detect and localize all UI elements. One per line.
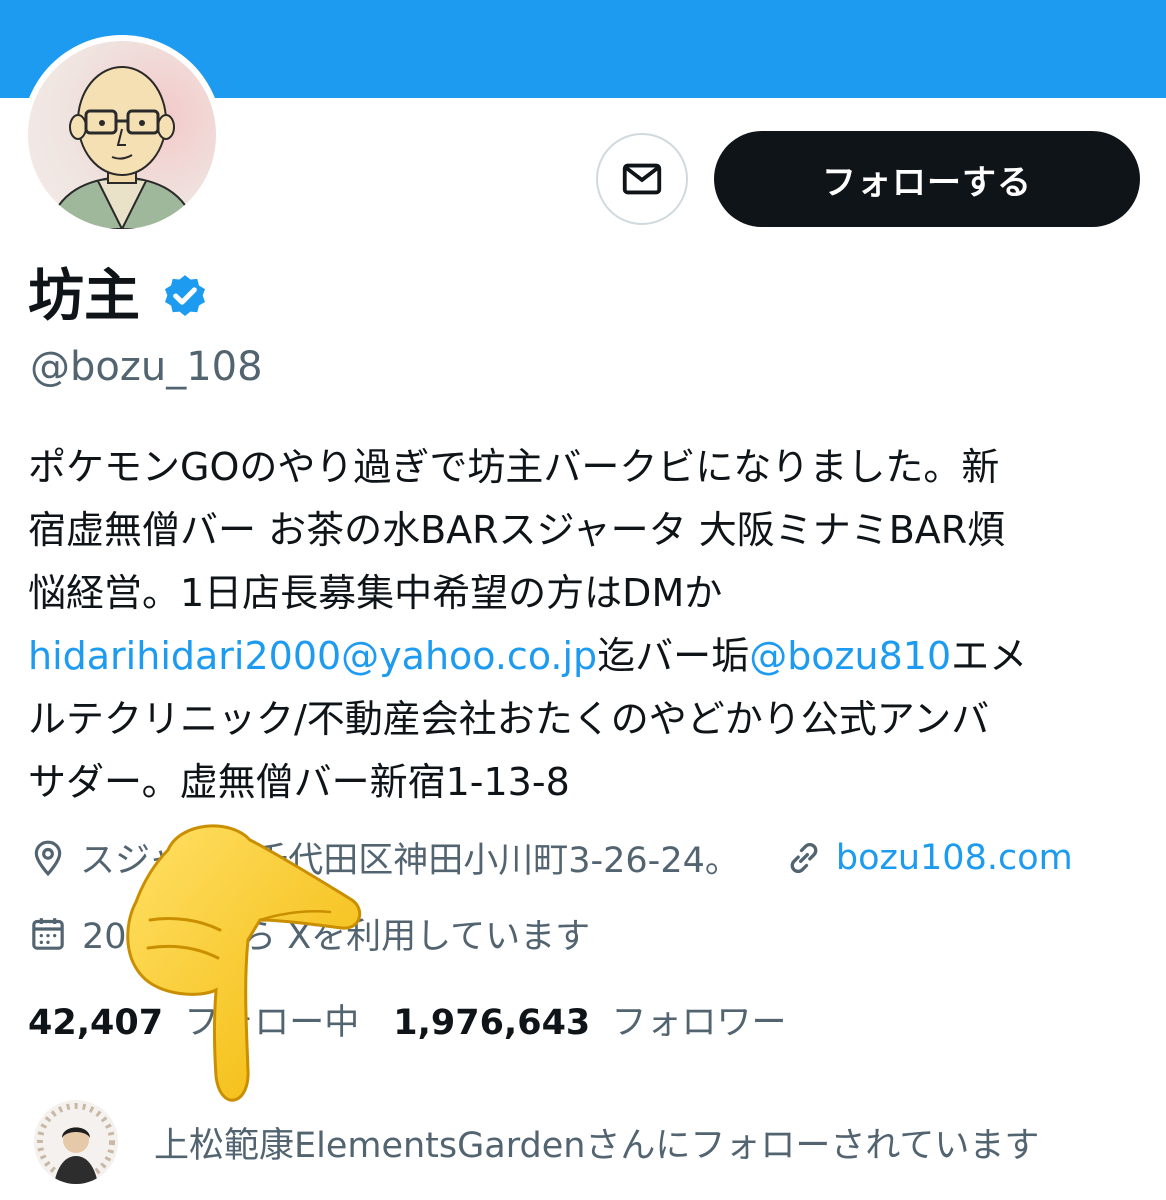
followers-link[interactable]: 1,976,643 フォロワー xyxy=(393,994,786,1045)
profile-page: フォローする 坊主 @bozu_108 ポケモンGOのやり過ぎで坊主バークビにな… xyxy=(0,0,1166,1200)
verified-badge-icon[interactable] xyxy=(160,272,210,322)
calendar-icon xyxy=(32,917,64,950)
website-link[interactable]: bozu108.com xyxy=(836,838,1073,878)
followed-by-text: 上松範康ElementsGardenさんにフォローされています xyxy=(154,1125,1040,1166)
pointing-hand-emoji xyxy=(126,824,362,1102)
followers-count: 1,976,643 xyxy=(393,1003,591,1043)
link-icon xyxy=(790,842,818,873)
bio-text: エメ xyxy=(951,634,1028,678)
profile-avatar[interactable] xyxy=(28,41,216,229)
display-name: 坊主 xyxy=(28,264,140,329)
profile-handle: @bozu_108 xyxy=(30,344,263,390)
bio-email-link[interactable]: hidarihidari2000@yahoo.co.jp xyxy=(28,634,597,678)
name-row: 坊主 xyxy=(28,262,210,332)
profile-bio: ポケモンGOのやり過ぎで坊主バークビになりました。新 宿虚無僧バー お茶の水BA… xyxy=(28,436,1138,814)
followers-label: フォロワー xyxy=(611,1003,787,1043)
follow-button[interactable]: フォローする xyxy=(714,131,1140,227)
profile-avatar-frame xyxy=(22,35,222,235)
envelope-icon xyxy=(622,163,662,195)
bio-line: ポケモンGOのやり過ぎで坊主バークビになりました。新 xyxy=(28,445,1000,489)
follower-avatar xyxy=(34,1100,118,1184)
message-button[interactable] xyxy=(596,133,688,225)
bio-line: 宿虚無僧バー お茶の水BARスジャータ 大阪ミナミBAR煩 xyxy=(28,508,1006,552)
bio-mention-link[interactable]: @bozu810 xyxy=(749,634,951,678)
bio-line: ルテクリニック/不動産会社おたくのやどかり公式アンバ xyxy=(28,697,990,741)
bio-line: サダー。虚無僧バー新宿1-13-8 xyxy=(28,760,570,804)
bio-line: hidarihidari2000@yahoo.co.jp迄バー垢@bozu810… xyxy=(28,625,1138,688)
location-pin-icon xyxy=(34,840,62,876)
bio-text: 迄バー垢 xyxy=(597,634,750,678)
bio-line: 悩経営。1日店長募集中希望の方はDMか xyxy=(28,571,723,615)
